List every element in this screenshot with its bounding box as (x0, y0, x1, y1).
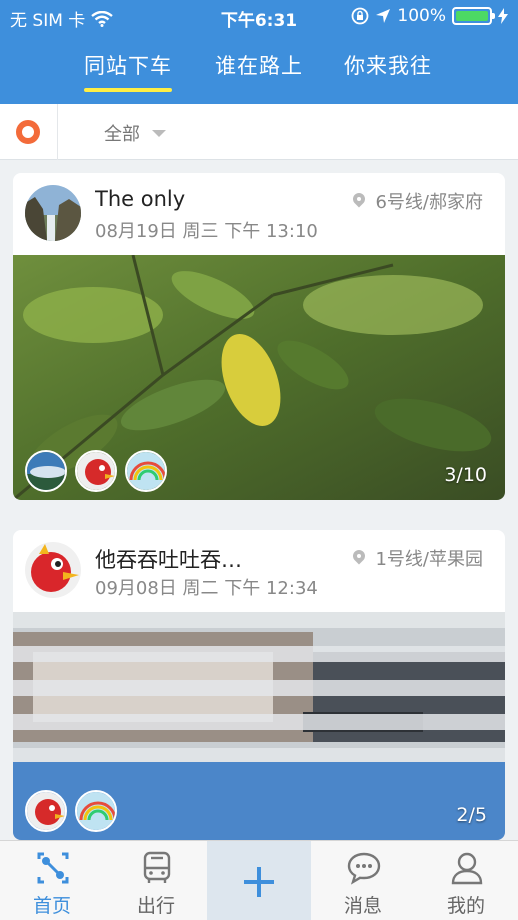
tab-home[interactable]: 首页 (0, 841, 104, 920)
post-author-name: The only (95, 187, 186, 211)
avatar-red-bird-image (25, 542, 81, 598)
top-bar: 无 SIM 卡 下午6:31 100% 同站下车 谁在路上 你来我往 (0, 0, 518, 104)
post-station-label: 1号线/苹果园 (375, 549, 483, 570)
participant-avatar[interactable] (25, 450, 67, 492)
photo-counter: 3/10 (444, 464, 487, 486)
location-arrow-icon (376, 9, 391, 23)
post-photo[interactable]: 3/10 (13, 255, 505, 500)
post-header: The only 08月19日 周三 下午 13:10 6号线/郝家府 (13, 173, 505, 255)
avatar[interactable] (25, 185, 81, 241)
post-station: 1号线/苹果园 (353, 545, 483, 571)
location-pin-icon (353, 193, 365, 209)
photo-counter: 2/5 (456, 804, 487, 826)
post-card[interactable]: 他吞吞吐吐吞… 09月08日 周二 下午 12:34 1号线/苹果园 2/5 (13, 530, 505, 840)
tab-back-and-forth[interactable]: 你来我往 (344, 50, 432, 90)
tab-travel[interactable]: 出行 (104, 841, 208, 920)
location-button[interactable] (0, 104, 58, 160)
tab-on-the-road[interactable]: 谁在路上 (215, 50, 303, 90)
status-bar: 无 SIM 卡 下午6:31 100% (0, 0, 518, 32)
bus-icon (143, 851, 171, 883)
add-post-button[interactable] (207, 841, 311, 920)
filter-dropdown[interactable]: 全部 (104, 120, 166, 146)
participant-avatar[interactable] (125, 450, 167, 492)
tab-profile[interactable]: 我的 (414, 841, 518, 920)
participant-avatar[interactable] (25, 790, 67, 832)
post-author-name: 他吞吞吐吐吞… (95, 548, 242, 572)
chat-bubble-icon (347, 852, 381, 885)
home-nodes-icon (37, 852, 69, 884)
post-station-label: 6号线/郝家府 (375, 192, 483, 213)
location-pin-icon (353, 550, 365, 566)
post-header: 他吞吞吐吐吞… 09月08日 周二 下午 12:34 1号线/苹果园 (13, 530, 505, 612)
tab-profile-label: 我的 (446, 895, 485, 917)
post-station: 6号线/郝家府 (353, 188, 483, 214)
bottom-tab-bar: 首页 出行 消息 我的 (0, 840, 518, 920)
avatar[interactable] (25, 542, 81, 598)
tab-travel-label: 出行 (136, 895, 175, 917)
post-card[interactable]: The only 08月19日 周三 下午 13:10 6号线/郝家府 3/10 (13, 173, 505, 500)
battery-icon (452, 7, 495, 25)
tab-messages-label: 消息 (343, 895, 382, 917)
top-tab-bar: 同站下车 谁在路上 你来我往 (0, 50, 518, 92)
post-photo[interactable]: 2/5 (13, 612, 505, 840)
rotation-lock-icon (351, 7, 369, 25)
filter-bar: 全部 (0, 104, 518, 160)
target-ring-icon (16, 120, 40, 144)
chevron-down-icon (152, 129, 166, 137)
charging-bolt-icon (498, 8, 508, 24)
tab-home-label: 首页 (32, 895, 71, 917)
battery-fill (456, 11, 488, 21)
post-date: 08月19日 周三 下午 13:10 (95, 221, 318, 242)
person-icon (451, 852, 483, 885)
post-date: 09月08日 周二 下午 12:34 (95, 578, 318, 599)
battery-percent: 100% (397, 6, 446, 26)
avatar-landscape-image (25, 185, 81, 241)
participant-avatar[interactable] (75, 450, 117, 492)
tab-same-station[interactable]: 同站下车 (84, 50, 172, 92)
plus-icon (244, 867, 274, 897)
filter-dropdown-label: 全部 (104, 124, 140, 145)
tab-messages[interactable]: 消息 (311, 841, 415, 920)
participant-avatar[interactable] (75, 790, 117, 832)
